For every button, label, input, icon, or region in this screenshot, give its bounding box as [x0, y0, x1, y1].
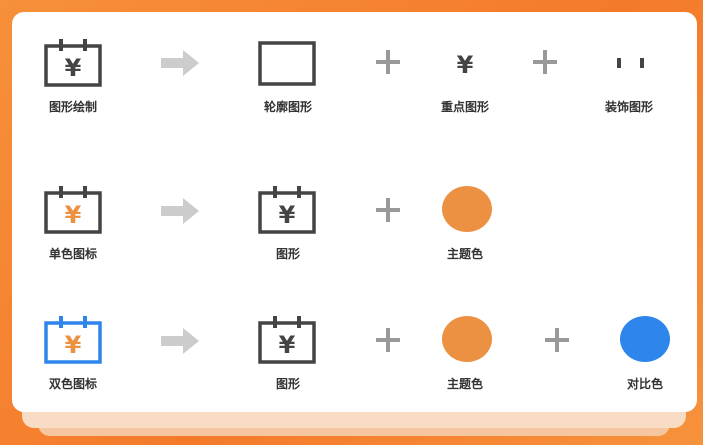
- yuan-symbol: ¥: [65, 54, 82, 82]
- decoration-marks-icon: [617, 58, 644, 68]
- diagram-card: ¥ 图形绘制 轮廓图形 ¥ 重点图形 装饰图形 ¥ 单色图标 ¥ 图形 主题色 …: [12, 12, 697, 412]
- plus-icon: [376, 50, 400, 74]
- label-contrast-color: 对比色: [626, 377, 664, 391]
- label-shape-drawing: 图形绘制: [48, 100, 98, 114]
- arrow-right-icon: [161, 328, 199, 354]
- theme-color-swatch: [442, 316, 492, 362]
- calendar-yuan-icon: ¥: [44, 186, 102, 234]
- arrow-right-icon: [161, 198, 199, 224]
- label-shape: 图形: [275, 377, 301, 391]
- label-mono-icon: 单色图标: [48, 247, 98, 261]
- yuan-symbol: ¥: [279, 201, 296, 229]
- plus-icon: [376, 198, 400, 222]
- label-outline-shape: 轮廓图形: [263, 100, 313, 114]
- yuan-symbol: ¥: [65, 201, 82, 229]
- calendar-yuan-icon: ¥: [258, 186, 316, 234]
- calendar-yuan-icon: ¥: [258, 316, 316, 364]
- plus-icon: [533, 50, 557, 74]
- plus-icon: [376, 328, 400, 352]
- label-key-shape: 重点图形: [440, 100, 490, 114]
- label-shape: 图形: [275, 247, 301, 261]
- calendar-yuan-icon: ¥: [44, 39, 102, 87]
- arrow-right-icon: [161, 50, 199, 76]
- contrast-color-swatch: [620, 316, 670, 362]
- outline-rectangle-icon: [258, 41, 316, 86]
- label-theme-color: 主题色: [446, 377, 484, 391]
- yuan-symbol: ¥: [279, 331, 296, 359]
- label-decoration-shape: 装饰图形: [604, 100, 654, 114]
- plus-icon: [545, 328, 569, 352]
- theme-color-swatch: [442, 186, 492, 232]
- yuan-icon: ¥: [457, 51, 474, 79]
- yuan-symbol: ¥: [65, 331, 82, 359]
- label-theme-color: 主题色: [446, 247, 484, 261]
- calendar-yuan-icon: ¥: [44, 316, 102, 364]
- yuan-symbol: ¥: [457, 51, 474, 79]
- label-duo-icon: 双色图标: [48, 377, 98, 391]
